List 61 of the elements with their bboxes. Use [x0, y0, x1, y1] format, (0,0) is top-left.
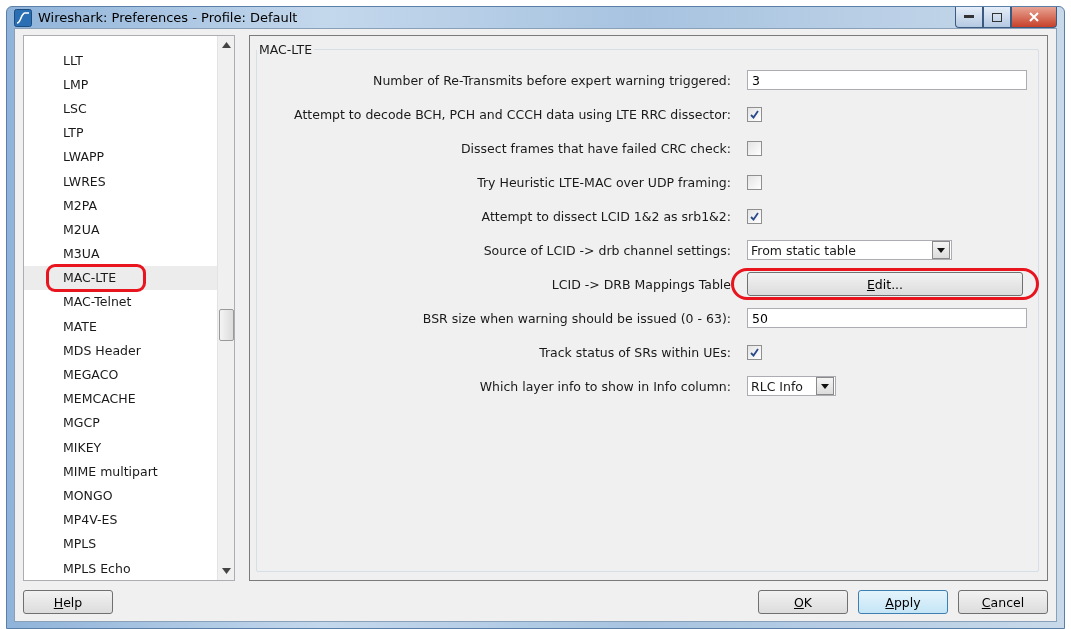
protocol-item[interactable]: MGCP [24, 410, 217, 435]
scrollbar-thumb[interactable] [219, 309, 234, 341]
protocol-item[interactable]: LMP [24, 72, 217, 97]
protocol-item[interactable]: MAC-Telnet [24, 289, 217, 315]
window-title: Wireshark: Preferences - Profile: Default [38, 10, 299, 25]
checkbox[interactable] [747, 106, 762, 122]
protocol-item[interactable]: LTP [24, 120, 217, 145]
setting-label: Attempt to dissect LCID 1&2 as srb1&2: [480, 207, 732, 226]
protocol-item[interactable]: LLT [24, 48, 217, 73]
setting-label: Source of LCID -> drb channel settings: [482, 241, 732, 260]
maximize-button[interactable] [983, 7, 1011, 28]
protocol-item[interactable]: LWRES [24, 168, 217, 194]
protocol-item[interactable]: LSC [24, 96, 217, 121]
dialog-button[interactable]: Help [23, 590, 113, 615]
scroll-down-icon[interactable] [221, 568, 231, 575]
minimize-button[interactable] [955, 7, 983, 28]
checkbox[interactable] [747, 174, 762, 190]
setting-label: LCID -> DRB Mappings Table [550, 275, 732, 294]
protocol-item[interactable]: MDS Header [24, 338, 217, 363]
protocol-item[interactable]: MEGACO [24, 362, 217, 387]
fin-icon [14, 8, 32, 27]
setting-label: Dissect frames that have failed CRC check: [459, 139, 732, 158]
protocol-item[interactable]: MEMCACHE [24, 386, 217, 411]
text-field[interactable]: 50 [747, 308, 1027, 328]
setting-label: BSR size when warning should be issued (0 - 63): [421, 309, 732, 328]
checkbox[interactable] [747, 140, 762, 156]
protocol-item[interactable]: LWAPP [24, 144, 217, 169]
protocol-item[interactable]: MONGO [24, 483, 217, 508]
protocol-item[interactable]: MAC-LTE [24, 265, 217, 290]
setting-label: Which layer info to show in Info column: [478, 377, 732, 396]
text-field[interactable]: 3 [747, 70, 1027, 90]
protocol-item[interactable]: MIME multipart [24, 459, 217, 484]
protocol-item[interactable]: M3UA [24, 241, 217, 266]
maximize-icon [992, 12, 1002, 22]
checkbox[interactable] [747, 344, 762, 360]
dialog-button[interactable]: OK [758, 590, 848, 615]
protocol-item[interactable]: M2PA [24, 193, 217, 218]
scrollbar[interactable] [217, 36, 234, 581]
scroll-up-icon[interactable] [221, 42, 231, 48]
dropdown[interactable]: From static table [747, 240, 952, 260]
dialog-button[interactable]: Cancel [958, 590, 1048, 615]
protocol-item[interactable]: MPLS [24, 531, 217, 556]
setting-label: Number of Re-Transmits before expert warning triggered: [372, 71, 732, 90]
group-title: MAC-LTE [258, 42, 314, 57]
protocol-item[interactable]: MPLS Echo [24, 555, 217, 581]
close-icon [1029, 12, 1039, 22]
setting-label: Attempt to decode BCH, PCH and CCCH data using LTE RRC dissector: [293, 105, 732, 124]
checkbox[interactable] [747, 208, 762, 224]
minimize-icon [964, 15, 974, 19]
setting-label: Track status of SRs within UEs: [538, 343, 732, 362]
edit-button[interactable]: Edit... [747, 272, 1023, 296]
dialog-button[interactable]: Apply [858, 590, 948, 615]
dropdown[interactable]: RLC Info [747, 376, 836, 396]
setting-label: Try Heuristic LTE-MAC over UDP framing: [476, 173, 732, 192]
protocol-item[interactable]: MP4V-ES [24, 507, 217, 532]
close-button[interactable] [1011, 7, 1057, 28]
protocol-item[interactable]: M2UA [24, 217, 217, 242]
caret-icon [821, 383, 829, 389]
protocol-item[interactable]: MIKEY [24, 435, 217, 460]
caret-icon [937, 247, 945, 253]
protocol-item[interactable]: MATE [24, 314, 217, 339]
